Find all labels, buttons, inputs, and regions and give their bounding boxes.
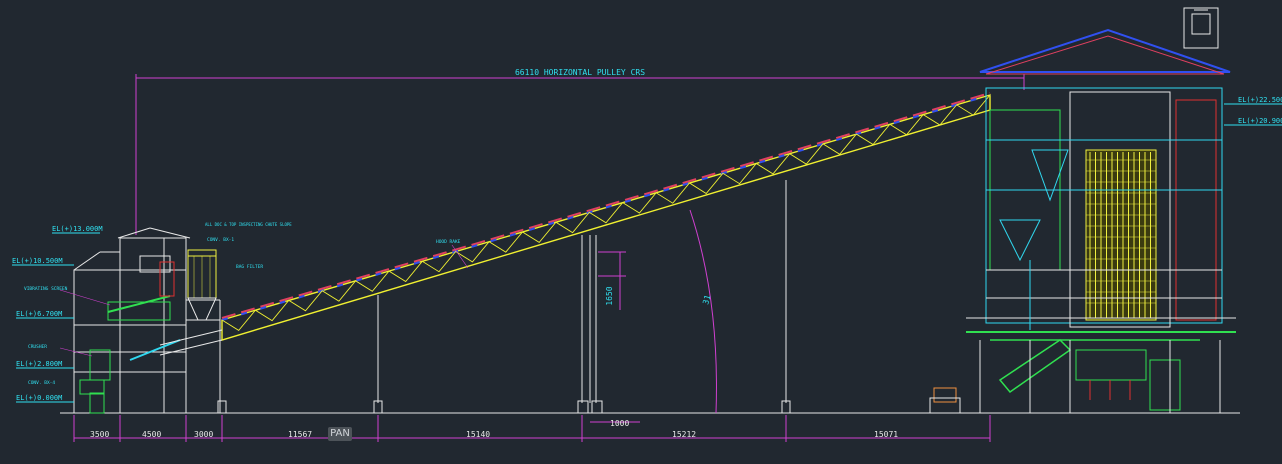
- right-elevations: EL(+)22.500M EL(+)20.900M: [1224, 96, 1282, 126]
- pan-mode-badge[interactable]: PAN: [328, 427, 352, 441]
- bottom-dimension-label: 3000: [194, 430, 213, 439]
- overall-dimension-label: 66110 HORIZONTAL PULLEY CRS: [515, 68, 645, 77]
- bottom-dimension-chain: 1000 3500 4500 3000 11567 15140 15212 15…: [73, 415, 991, 442]
- overall-dimension: 66110 HORIZONTAL PULLEY CRS: [135, 68, 1025, 235]
- boiler-building: [929, 7, 1236, 414]
- conveyor-low-label: CONV. BX-4: [28, 380, 55, 386]
- crusher-label: CRUSHER: [28, 344, 47, 350]
- bottom-dimension-label: 4500: [142, 430, 161, 439]
- annotations-left: ALL DOC & TOP INSPECTING CHUTE SLOPE CON…: [24, 222, 292, 386]
- elevation-label: EL(+)20.900M: [1238, 117, 1282, 125]
- vertical-dimension: 1650: [598, 251, 626, 310]
- elevation-label: EL(+)6.700M: [16, 310, 62, 318]
- angle-indicator: 31: [689, 209, 717, 414]
- crusher-equipment: [79, 255, 181, 414]
- cad-drawing-canvas[interactable]: 66110 HORIZONTAL PULLEY CRS EL(+)13.000M…: [0, 0, 1282, 464]
- elevation-label: EL(+)0.000M: [16, 394, 62, 402]
- bottom-dimension-label: 15212: [672, 430, 696, 439]
- bag-filter-label: BAG FILTER: [236, 264, 263, 270]
- vibrating-screen-label: VIBRATING SCREEN: [24, 286, 68, 292]
- belt-blue-line: [221, 94, 991, 321]
- left-elevations: EL(+)13.000M EL(+)10.500M EL(+)6.700M EL…: [12, 225, 103, 403]
- hood-rake-label: HOOD RAKE: [436, 239, 461, 245]
- gap-dimension-label: 1000: [610, 419, 629, 428]
- elevation-label: EL(+)10.500M: [12, 257, 63, 265]
- roof-note: ALL DOC & TOP INSPECTING CHUTE SLOPE: [205, 222, 292, 227]
- belt-red-line: [221, 92, 991, 319]
- bottom-dimension-label: 11567: [288, 430, 312, 439]
- vertical-dimension-label: 1650: [605, 286, 614, 305]
- conveyor-label: CONV. BX-1: [207, 237, 234, 243]
- elevation-label: EL(+)2.800M: [16, 360, 62, 368]
- bottom-dimension-label: 15071: [874, 430, 898, 439]
- elevation-label: EL(+)22.500M: [1238, 96, 1282, 104]
- elevation-label: EL(+)13.000M: [52, 225, 103, 233]
- bottom-dimension-label: 3500: [90, 430, 109, 439]
- bottom-dimension-label: 15140: [466, 430, 490, 439]
